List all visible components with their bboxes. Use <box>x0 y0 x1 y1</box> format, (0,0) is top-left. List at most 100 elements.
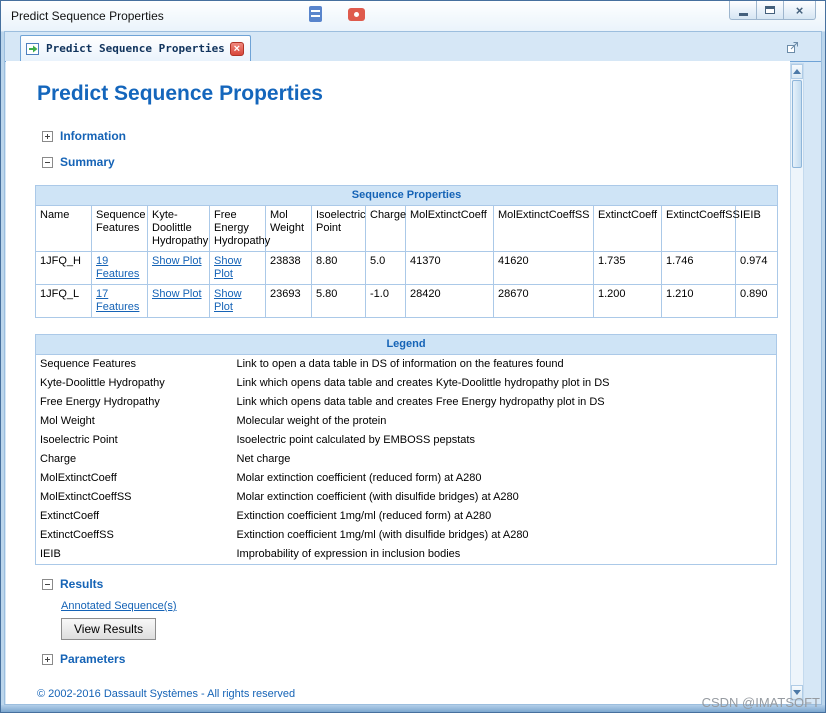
kyte-cell: Show Plot <box>147 284 210 318</box>
results-links: Annotated Sequence(s) <box>61 600 777 612</box>
watermark: CSDN @IMATSOFT <box>701 695 820 710</box>
features-link[interactable]: 19 Features <box>96 255 139 280</box>
app-window: Predict Sequence Properties × Predict Se… <box>0 0 826 713</box>
window-controls: × <box>729 1 816 20</box>
maximize-button[interactable] <box>756 1 784 20</box>
kyte-plot-link[interactable]: Show Plot <box>152 255 202 267</box>
mol-weight-cell: 23693 <box>265 284 312 318</box>
legend-row: IEIB Improbability of expression in inclu… <box>36 545 777 565</box>
legend-term: Free Energy Hydropathy <box>40 396 160 408</box>
legend-term: Kyte-Doolittle Hydropathy <box>40 377 165 389</box>
name-cell: 1JFQ_H <box>35 251 92 285</box>
legend-row: Free Energy Hydropathy Link which opens d… <box>36 393 777 412</box>
section-summary[interactable]: Summary <box>42 155 777 169</box>
mol-extinct-ss-cell: 28670 <box>493 284 594 318</box>
features-link[interactable]: 17 Features <box>96 288 139 313</box>
legend-description: Link which opens data table and creates … <box>236 396 605 408</box>
legend-term: Mol Weight <box>40 415 95 427</box>
section-results[interactable]: Results <box>42 577 777 591</box>
table-title: Sequence Properties <box>35 185 778 206</box>
column-header: MolExtinctCoeff <box>405 205 494 252</box>
legend-row: Mol Weight Molecular weight of the protei… <box>36 412 777 431</box>
column-header: Mol Weight <box>265 205 312 252</box>
legend-term: MolExtinctCoeff <box>40 472 117 484</box>
arrow-up-icon <box>793 69 801 74</box>
section-information[interactable]: Information <box>42 129 777 143</box>
window-title: Predict Sequence Properties <box>11 9 164 23</box>
section-parameters[interactable]: Parameters <box>42 652 777 666</box>
charge-cell: 5.0 <box>365 251 406 285</box>
column-header: ExtinctCoeffSS <box>661 205 740 252</box>
results-actions: View Results <box>61 618 777 640</box>
page-title: Predict Sequence Properties <box>37 82 323 105</box>
section-label-information: Information <box>60 129 126 143</box>
column-header: Free Energy Hydropathy <box>209 205 270 252</box>
close-window-button[interactable]: × <box>783 1 816 20</box>
legend-description: Net charge <box>236 453 291 465</box>
legend-row: Isoelectric Point Isoelectric point calcu… <box>36 431 777 450</box>
isoelectric-cell: 5.80 <box>311 284 366 318</box>
free-energy-cell: Show Plot <box>209 251 266 285</box>
legend-row: MolExtinctCoeffSS Molar extinction coeffi… <box>36 488 777 507</box>
mol-weight-cell: 23838 <box>265 251 312 285</box>
ime-overlay-icon <box>309 6 322 22</box>
popout-icon[interactable] <box>786 41 799 54</box>
vertical-scrollbar[interactable] <box>790 63 804 701</box>
extinct-ss-cell: 1.210 <box>661 284 736 318</box>
legend-term: MolExtinctCoeffSS <box>40 491 132 503</box>
minimize-icon <box>738 12 748 16</box>
ieib-cell: 0.974 <box>735 251 778 285</box>
mol-extinct-cell: 28420 <box>405 284 494 318</box>
column-header: Isoelectric Point <box>311 205 366 252</box>
table-row: 1JFQ_H 19 Features Show Plot Show Plot 2… <box>35 251 778 285</box>
view-results-button[interactable]: View Results <box>61 618 157 640</box>
tab-close-icon[interactable]: × <box>229 41 244 56</box>
free-energy-plot-link[interactable]: Show Plot <box>214 288 242 313</box>
minimize-button[interactable] <box>729 1 757 20</box>
sequence-properties-table: Sequence Properties Name Sequence Featur… <box>35 185 778 318</box>
title-bar: Predict Sequence Properties × <box>1 1 825 32</box>
tab-label: Predict Sequence Properties <box>46 42 225 55</box>
legend-description: Molar extinction coefficient (reduced fo… <box>236 472 482 484</box>
extinct-cell: 1.200 <box>593 284 662 318</box>
legend-table: Legend Sequence Features Link to open a d… <box>35 334 777 565</box>
expand-icon <box>42 653 53 665</box>
legend-description: Link which opens data table and creates … <box>236 377 610 389</box>
kyte-plot-link[interactable]: Show Plot <box>152 288 202 300</box>
table-row: 1JFQ_L 17 Features Show Plot Show Plot 2… <box>35 284 778 318</box>
collapse-icon <box>42 156 53 168</box>
mol-extinct-ss-cell: 41620 <box>493 251 594 285</box>
section-label-summary: Summary <box>60 155 115 169</box>
legend-description: Improbability of expression in inclusion… <box>236 548 461 560</box>
notification-badge-icon <box>348 8 365 21</box>
legend-description: Extinction coefficient 1mg/ml (reduced f… <box>236 510 492 522</box>
name-cell: 1JFQ_L <box>35 284 92 318</box>
legend-term: ExtinctCoeff <box>40 510 100 522</box>
legend-description: Molar extinction coefficient (with disul… <box>236 491 519 503</box>
legend-row: Kyte-Doolittle Hydropathy Link which open… <box>36 374 777 393</box>
charge-cell: -1.0 <box>365 284 406 318</box>
isoelectric-cell: 8.80 <box>311 251 366 285</box>
legend-description: Link to open a data table in DS of infor… <box>236 358 564 370</box>
free-energy-plot-link[interactable]: Show Plot <box>214 255 242 280</box>
legend-row: ExtinctCoeff Extinction coefficient 1mg/m… <box>36 507 777 526</box>
features-cell: 19 Features <box>91 251 148 285</box>
scrollbar-thumb[interactable] <box>792 80 802 168</box>
scroll-up-button[interactable] <box>791 64 803 79</box>
close-icon: × <box>795 2 804 18</box>
legend-row: MolExtinctCoeff Molar extinction coeffici… <box>36 469 777 488</box>
table-header-row: Name Sequence Features Kyte-Doolittle Hy… <box>35 205 778 252</box>
tab-strip: Predict Sequence Properties × <box>5 33 821 62</box>
ieib-cell: 0.890 <box>735 284 778 318</box>
content-panel: Predict Sequence Properties Information … <box>6 61 790 704</box>
column-header: ExtinctCoeff <box>593 205 662 252</box>
tab-predict-sequence-properties[interactable]: Predict Sequence Properties × <box>20 35 251 62</box>
expand-icon <box>42 130 53 142</box>
legend-row: ExtinctCoeffSS Extinction coefficient 1mg… <box>36 526 777 545</box>
collapse-icon <box>42 578 53 590</box>
legend-description: Extinction coefficient 1mg/ml (with disu… <box>236 529 529 541</box>
annotated-sequences-link[interactable]: Annotated Sequence(s) <box>61 600 177 612</box>
extinct-ss-cell: 1.746 <box>661 251 736 285</box>
legend-term: Isoelectric Point <box>40 434 118 446</box>
legend-row: Sequence Features Link to open a data tab… <box>36 355 777 375</box>
